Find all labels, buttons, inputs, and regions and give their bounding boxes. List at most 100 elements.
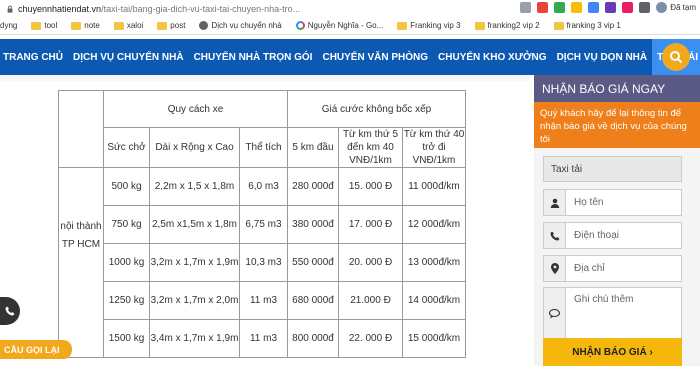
callback-button[interactable]: CẦU GỌI LẠI (0, 340, 72, 359)
bookmark-label: Franking vip 3 (410, 21, 461, 30)
bookmark-folder[interactable]: xaloi (113, 21, 143, 30)
column-header: Dài x Rộng x Cao (149, 127, 240, 168)
profile-button[interactable]: Đã tạm (656, 2, 696, 13)
table-row: 1250 kg 3,2m x 1,7m x 2,0m 11 m3 680 000… (59, 281, 466, 320)
table-cell: 15. 000 Đ (338, 167, 403, 206)
folder-icon (157, 21, 168, 30)
lock-icon (7, 5, 13, 13)
comment-icon (544, 288, 566, 339)
extension-icon[interactable] (622, 2, 634, 13)
main-nav: TRANG CHỦ DỊCH VỤ CHUYỂN NHÀ CHUYỂN NHÀ … (0, 39, 700, 75)
table-row: 1500 kg 3,4m x 1,7m x 1,9m 11 m3 800 000… (59, 319, 466, 358)
table-cell: 21.000 Đ (338, 281, 403, 320)
bookmark-label: post (170, 21, 186, 30)
phone-placeholder: Điện thoại (574, 230, 620, 241)
folder-icon (31, 21, 42, 30)
name-field[interactable]: Họ tên (543, 189, 682, 216)
bookmarks-bar: dyng tool note xaloi post Dịch vụ chuyển… (0, 17, 700, 35)
table-cell: 1500 kg (103, 319, 150, 358)
table-cell: 280 000đ (287, 167, 339, 206)
google-icon (295, 21, 305, 30)
bookmark-item[interactable]: dyng (0, 21, 17, 30)
extension-icon[interactable] (520, 2, 532, 13)
table-cell: 12 000đ/km (402, 205, 466, 244)
price-table: Quy cách xe Giá cước không bốc xếp Sức c… (58, 90, 466, 358)
region-header (58, 90, 104, 168)
table-cell: 14 000đ/km (402, 281, 466, 320)
address-field[interactable]: Địa chỉ (543, 255, 682, 282)
column-header: Sức chở (103, 127, 150, 168)
table-row: 1000 kg 3,2m x 1,7m x 1,9m 10,3 m3 550 0… (59, 243, 466, 282)
region-line: TP HCM (61, 239, 101, 250)
bookmark-label: Nguyễn Nghĩa - Go... (307, 21, 384, 30)
bookmark-label: note (84, 21, 100, 30)
table-cell: 800 000đ (287, 319, 339, 358)
notes-field[interactable]: Ghi chú thêm (543, 287, 682, 340)
column-header: Thể tích (239, 127, 288, 168)
call-button[interactable] (0, 297, 20, 325)
nav-warehouse-moving[interactable]: CHUYỂN KHO XƯỞNG (433, 39, 552, 75)
extension-icon[interactable] (537, 2, 549, 13)
table-cell: 680 000đ (287, 281, 339, 320)
extension-icon[interactable] (554, 2, 566, 13)
table-cell: 2,5m x1,5m x 1,8m (149, 205, 240, 244)
table-cell: 1000 kg (103, 243, 150, 282)
table-cell: 10,3 m3 (239, 243, 288, 282)
table-cell: 13 000đ/km (402, 243, 466, 282)
phone-icon (544, 223, 566, 248)
get-quote-button[interactable]: NHẬN BÁO GIÁ › (543, 338, 682, 366)
table-row: 750 kg 2,5m x1,5m x 1,8m 6,75 m3 380 000… (59, 205, 466, 244)
extension-toolbar: Đã tạm (520, 2, 700, 13)
table-cell: 3,4m x 1,7m x 1,9m (149, 319, 240, 358)
bookmark-item[interactable]: Dịch vụ chuyển nhà (199, 21, 282, 30)
quote-note: Quý khách hãy để lại thông tin để nhận b… (534, 102, 700, 148)
nav-office-moving[interactable]: CHUYỂN VĂN PHÒNG (317, 39, 433, 75)
folder-icon (397, 21, 408, 30)
table-cell: 3,2m x 1,7m x 1,9m (149, 243, 240, 282)
search-button[interactable] (662, 43, 690, 71)
vehicle-spec-header: Quy cách xe (103, 90, 288, 128)
column-header: 5 km đầu (287, 127, 339, 168)
bookmark-item[interactable]: Nguyễn Nghĩa - Go... (295, 21, 384, 30)
table-cell: 550 000đ (287, 243, 339, 282)
nav-cleaning[interactable]: DỊCH VỤ DỌN NHÀ (552, 39, 653, 75)
nav-home[interactable]: TRANG CHỦ (0, 39, 68, 75)
table-cell: 1250 kg (103, 281, 150, 320)
bookmark-folder[interactable]: tool (31, 21, 57, 30)
address-placeholder: Địa chỉ (574, 263, 605, 274)
quote-title: NHẬN BÁO GIÁ NGAY (534, 75, 700, 102)
user-icon (544, 190, 566, 215)
price-header: Giá cước không bốc xếp (287, 90, 466, 128)
table-row: nội thành TP HCM 500 kg 2,2m x 1,5 x 1,8… (58, 167, 466, 358)
extension-icon[interactable] (605, 2, 617, 13)
search-icon (670, 51, 683, 64)
notes-placeholder: Ghi chú thêm (574, 294, 634, 305)
bookmark-label: franking2 vip 2 (487, 21, 540, 30)
nav-full-package[interactable]: CHUYỂN NHÀ TRỌN GÓI (189, 39, 318, 75)
bookmark-folder[interactable]: franking2 vip 2 (474, 21, 540, 30)
folder-icon (71, 21, 82, 30)
table-cell: 6,75 m3 (239, 205, 288, 244)
extension-icon[interactable] (571, 2, 583, 13)
extension-icon[interactable] (588, 2, 600, 13)
table-cell: 11 m3 (239, 281, 288, 320)
website-icon (199, 21, 209, 30)
bookmark-folder[interactable]: franking 3 vip 1 (553, 21, 621, 30)
column-header: Từ km thứ 40 trở đi VNĐ/1km (402, 127, 466, 168)
bookmark-label: tool (44, 21, 58, 30)
bookmark-folder[interactable]: post (157, 21, 185, 30)
puzzle-icon[interactable] (639, 2, 651, 13)
bookmark-folder[interactable]: Franking vip 3 (397, 21, 461, 30)
service-select[interactable]: Taxi tải (543, 156, 682, 182)
breadcrumb (0, 75, 530, 81)
table-cell: 2,2m x 1,5 x 1,8m (149, 167, 240, 206)
table-cell: 17. 000 Đ (338, 205, 403, 244)
bookmark-folder[interactable]: note (71, 21, 100, 30)
nav-moving-service[interactable]: DỊCH VỤ CHUYỂN NHÀ (68, 39, 189, 75)
url-host: chuyennhatiendat.vn (18, 3, 102, 14)
phone-field[interactable]: Điện thoại (543, 222, 682, 249)
folder-icon (113, 21, 124, 30)
region-cell: nội thành TP HCM (58, 167, 104, 358)
folder-icon (553, 21, 564, 30)
table-cell: 15 000đ/km (402, 319, 466, 358)
